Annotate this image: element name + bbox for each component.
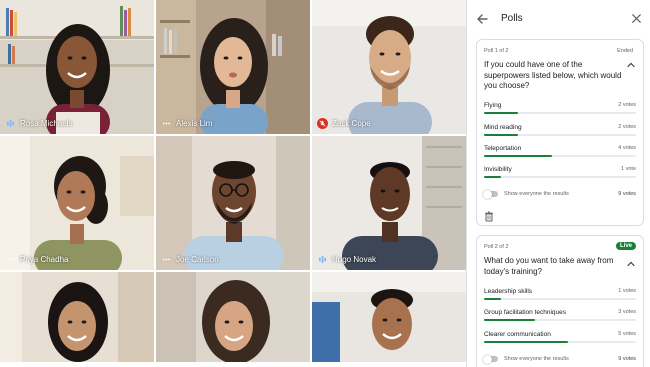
participant-tile[interactable]: Joe Carlson [156, 136, 310, 270]
poll-question: What do you want to take away from today… [484, 256, 614, 276]
participant-video [312, 272, 466, 362]
audio-level-icon [317, 254, 328, 265]
participant-video [0, 0, 154, 134]
participant-name-tag: Zack Cope [317, 118, 371, 129]
option-label: Teleportation [484, 145, 522, 152]
option-votes: 4 votes [618, 145, 636, 151]
panel-title: Polls [501, 13, 523, 24]
participant-video [156, 136, 310, 270]
option-label: Clearer communication [484, 331, 551, 338]
participant-name-tag: Alexis Lim [161, 118, 212, 129]
arrow-back-icon[interactable] [475, 12, 489, 26]
option-bar-track [484, 176, 636, 178]
participant-video [0, 136, 154, 270]
participant-tile[interactable]: Priya Chadha [0, 136, 154, 270]
option-bar-track [484, 298, 636, 300]
show-results-toggle[interactable] [483, 354, 498, 364]
trash-icon[interactable] [484, 211, 494, 222]
option-label: Invisibility [484, 166, 512, 173]
poll-option: Clearer communication 5 votes [484, 331, 636, 349]
poll-question: If you could have one of the superpowers… [484, 60, 622, 90]
participant-tile[interactable]: Zack Cope [312, 0, 466, 134]
show-results-label: Show everyone the results [504, 191, 569, 197]
polls-panel: Polls Poll 1 of 2 Ended If you could hav… [466, 0, 650, 367]
meet-window: Rosa Michaels Alexis Lim Zack Cope Priya… [0, 0, 650, 367]
mic-off-icon [317, 118, 328, 129]
option-bar-fill [484, 134, 518, 136]
option-bar-fill [484, 112, 518, 114]
participant-name: Rosa Michaels [20, 119, 73, 128]
participant-tile[interactable] [156, 272, 310, 362]
toggle-knob [483, 189, 492, 199]
show-results-row: Show everyone the results 9 votes [483, 189, 636, 200]
option-bar-fill [484, 176, 501, 178]
option-bar-track [484, 155, 636, 157]
option-votes: 2 votes [618, 102, 636, 108]
poll-option: Teleportation 4 votes [484, 145, 636, 163]
option-votes: 1 votes [618, 288, 636, 294]
participant-name: Zack Cope [332, 119, 371, 128]
total-votes: 9 votes [618, 191, 636, 197]
participant-name: Hugo Novak [332, 255, 377, 264]
poll-option: Flying 2 votes [484, 102, 636, 120]
option-label: Group facilitation techniques [484, 309, 567, 316]
option-bar-fill [484, 155, 552, 157]
option-bar-track [484, 341, 636, 343]
more-dots-icon [161, 254, 172, 265]
poll-card: Poll 1 of 2 Ended If you could have one … [476, 39, 644, 226]
total-votes: 9 votes [618, 356, 636, 362]
show-results-toggle[interactable] [483, 189, 498, 199]
participant-name-tag: Priya Chadha [5, 254, 68, 265]
participant-video [156, 0, 310, 134]
live-badge: Live [615, 242, 636, 250]
chevron-up-icon[interactable] [626, 259, 636, 269]
option-votes: 5 votes [618, 331, 636, 337]
chevron-up-icon[interactable] [626, 60, 636, 70]
participant-video [312, 136, 466, 270]
option-votes: 2 votes [618, 124, 636, 130]
more-dots-icon [5, 254, 16, 265]
participant-name-tag: Joe Carlson [161, 254, 219, 265]
option-bar-track [484, 112, 636, 114]
close-icon[interactable] [630, 12, 643, 25]
participant-name: Alexis Lim [176, 119, 213, 128]
option-label: Leadership skills [484, 288, 533, 295]
video-grid: Rosa Michaels Alexis Lim Zack Cope Priya… [0, 0, 466, 362]
poll-option: Group facilitation techniques 3 votes [484, 309, 636, 327]
poll-status-badge: Ended [617, 48, 633, 54]
participant-name-tag: Rosa Michaels [5, 118, 72, 129]
poll-option: Leadership skills 1 votes [484, 288, 636, 306]
participant-video [156, 272, 310, 362]
option-label: Flying [484, 102, 502, 109]
show-results-label: Show everyone the results [504, 356, 569, 362]
poll-card: Poll 2 of 2 Live What do you want to tak… [476, 235, 644, 367]
participant-video [0, 272, 154, 362]
option-votes: 3 votes [618, 309, 636, 315]
poll-index: Poll 1 of 2 [484, 48, 509, 54]
option-bar-track [484, 319, 636, 321]
option-bar-track [484, 134, 636, 136]
participant-name: Joe Carlson [176, 255, 219, 264]
participant-tile[interactable]: Hugo Novak [312, 136, 466, 270]
participant-name: Priya Chadha [20, 255, 69, 264]
participant-tile[interactable] [0, 272, 154, 362]
option-bar-fill [484, 319, 535, 321]
toggle-knob [483, 354, 492, 364]
poll-option: Invisibility 1 vote [484, 166, 636, 184]
participant-tile[interactable] [312, 272, 466, 362]
participant-tile[interactable]: Rosa Michaels [0, 0, 154, 134]
poll-option: Mind reading 2 votes [484, 124, 636, 142]
show-results-row: Show everyone the results 9 votes [483, 354, 636, 365]
participant-video [312, 0, 466, 134]
participant-tile[interactable]: Alexis Lim [156, 0, 310, 134]
participant-name-tag: Hugo Novak [317, 254, 376, 265]
more-dots-icon [161, 118, 172, 129]
option-label: Mind reading [484, 124, 522, 131]
option-bar-fill [484, 341, 569, 343]
option-bar-fill [484, 298, 501, 300]
audio-level-icon [5, 118, 16, 129]
poll-index: Poll 2 of 2 [484, 244, 509, 250]
panel-header: Polls [467, 0, 650, 38]
option-votes: 1 vote [621, 166, 636, 172]
